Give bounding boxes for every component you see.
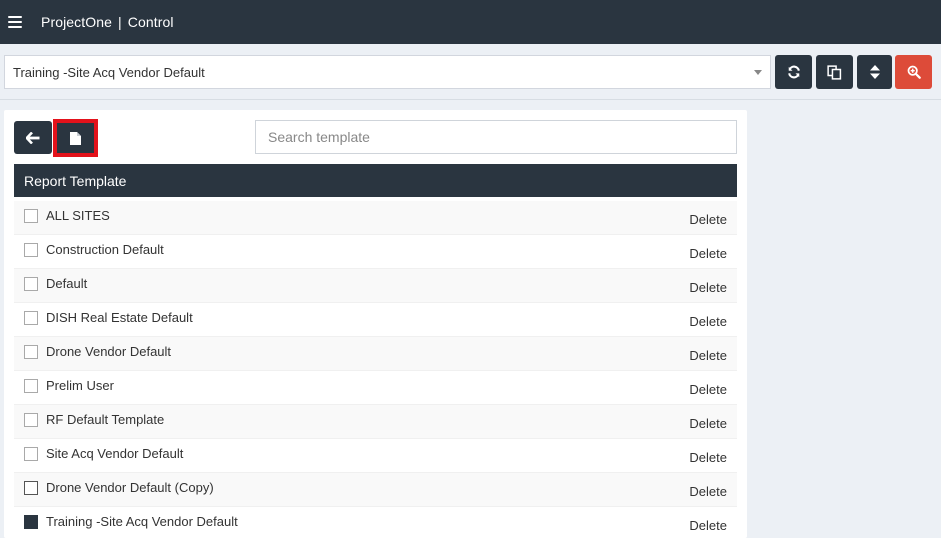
template-name: Site Acq Vendor Default (46, 446, 184, 461)
row-checkbox[interactable] (24, 446, 38, 461)
template-name: Drone Vendor Default (46, 344, 172, 359)
back-button[interactable] (14, 121, 52, 154)
delete-link[interactable]: Delete (689, 246, 727, 261)
row-checkbox[interactable] (24, 276, 38, 291)
delete-link[interactable]: Delete (689, 382, 727, 397)
delete-link[interactable]: Delete (689, 314, 727, 329)
template-name: Prelim User (46, 378, 114, 393)
row-checkbox[interactable] (24, 412, 38, 427)
search-template-input[interactable] (255, 120, 737, 154)
template-name: Construction Default (46, 242, 164, 257)
template-row[interactable]: Site Acq Vendor Default Delete (14, 439, 737, 473)
template-select-value: Training -Site Acq Vendor Default (13, 64, 205, 80)
app-title: ProjectOne | Control (41, 14, 174, 30)
template-name: Drone Vendor Default (Copy) (46, 480, 214, 495)
delete-link[interactable]: Delete (689, 450, 727, 465)
app-title-separator: | (118, 14, 122, 30)
template-row[interactable]: Drone Vendor Default (Copy) Delete (14, 473, 737, 507)
delete-link[interactable]: Delete (689, 416, 727, 431)
zoom-in-icon (907, 65, 921, 79)
delete-link[interactable]: Delete (689, 280, 727, 295)
row-checkbox[interactable] (24, 208, 38, 223)
top-navbar: ProjectOne | Control (0, 0, 941, 44)
template-row[interactable]: Construction Default Delete (14, 235, 737, 269)
template-row[interactable]: Prelim User Delete (14, 371, 737, 405)
file-icon (70, 131, 81, 145)
template-name: DISH Real Estate Default (46, 310, 193, 325)
copy-button[interactable] (816, 55, 853, 89)
template-name: Training -Site Acq Vendor Default (46, 514, 238, 529)
template-row[interactable]: ALL SITES Delete (14, 201, 737, 235)
template-name: RF Default Template (46, 412, 165, 427)
hamburger-menu-icon[interactable] (8, 16, 22, 28)
app-brand: ProjectOne (41, 14, 113, 30)
template-panel: Report Template ALL SITES Delete Constru… (4, 110, 747, 538)
delete-link[interactable]: Delete (689, 518, 727, 533)
sort-button[interactable] (857, 55, 892, 89)
row-checkbox[interactable] (24, 480, 38, 495)
delete-link[interactable]: Delete (689, 484, 727, 499)
template-row[interactable]: Default Delete (14, 269, 737, 303)
report-template-header: Report Template (14, 164, 737, 197)
template-select[interactable]: Training -Site Acq Vendor Default (4, 55, 771, 89)
delete-link[interactable]: Delete (689, 348, 727, 363)
row-checkbox[interactable] (24, 310, 38, 325)
new-template-button[interactable] (53, 119, 98, 157)
app-section: Control (127, 14, 174, 30)
zoom-button[interactable] (895, 55, 932, 89)
template-toolbar: Training -Site Acq Vendor Default (0, 44, 941, 100)
refresh-button[interactable] (775, 55, 812, 89)
template-row[interactable]: Training -Site Acq Vendor Default Delete (14, 507, 737, 538)
template-list: ALL SITES Delete Construction Default De… (14, 201, 737, 538)
delete-link[interactable]: Delete (689, 212, 727, 227)
sort-icon (869, 65, 880, 79)
row-checkbox[interactable] (24, 378, 38, 393)
template-row[interactable]: Drone Vendor Default Delete (14, 337, 737, 371)
template-row[interactable]: DISH Real Estate Default Delete (14, 303, 737, 337)
template-row[interactable]: RF Default Template Delete (14, 405, 737, 439)
refresh-icon (787, 65, 800, 79)
template-name: Default (46, 276, 88, 291)
template-name: ALL SITES (46, 208, 110, 223)
row-checkbox[interactable] (24, 514, 38, 529)
row-checkbox[interactable] (24, 242, 38, 257)
report-template-header-label: Report Template (24, 172, 127, 189)
copy-icon (827, 64, 842, 80)
arrow-left-icon (26, 131, 40, 144)
chevron-down-icon (754, 70, 762, 75)
row-checkbox[interactable] (24, 344, 38, 359)
